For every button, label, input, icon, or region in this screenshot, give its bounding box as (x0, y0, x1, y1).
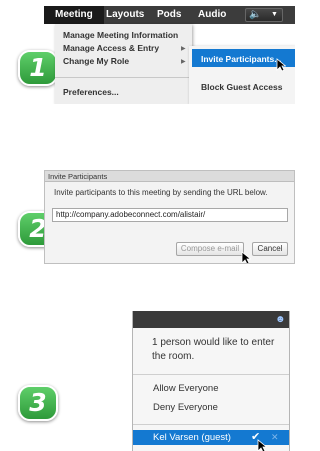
step-3-badge: 3 (18, 385, 58, 421)
menu-item-change-role[interactable]: Change My Role (63, 56, 129, 66)
invite-participants-dialog: Invite Participants Invite participants … (44, 170, 295, 264)
menu-pods[interactable]: Pods (157, 6, 181, 24)
menu-item-manage-meeting-info[interactable]: Manage Meeting Information (63, 30, 178, 40)
audio-button[interactable]: 🔈 ▼ (245, 8, 283, 22)
menu-divider (55, 77, 192, 78)
divider (133, 424, 289, 425)
submenu-arrow-icon: ▶ (181, 46, 186, 52)
mouse-cursor-icon (241, 251, 251, 263)
dialog-title: Invite Participants (45, 171, 294, 182)
menu-meeting[interactable]: Meeting (44, 6, 104, 24)
submenu-arrow-icon: ▶ (181, 59, 186, 65)
mouse-cursor-icon (257, 439, 267, 451)
menu-item-invite-participants[interactable]: Invite Participants... (201, 54, 281, 64)
chevron-down-icon: ▼ (271, 11, 278, 18)
cancel-button[interactable]: Cancel (252, 242, 288, 256)
close-icon[interactable]: ✕ (271, 430, 279, 445)
menu-item-preferences[interactable]: Preferences... (63, 87, 119, 97)
access-submenu: Invite Participants... Block Guest Acces… (189, 46, 295, 104)
divider (133, 374, 289, 375)
panel-header-bar: ☻ (133, 311, 289, 328)
guest-name: Kel Varsen (guest) (153, 432, 231, 443)
menu-audio[interactable]: Audio (198, 6, 226, 24)
entry-request-panel: ☻ 1 person would like to enter the room.… (132, 311, 290, 451)
meeting-dropdown: Manage Meeting Information Manage Access… (55, 24, 192, 104)
compose-email-button[interactable]: Compose e-mail (176, 242, 244, 256)
menu-item-manage-access[interactable]: Manage Access & Entry (63, 43, 159, 53)
allow-everyone-option[interactable]: Allow Everyone (153, 383, 218, 394)
meeting-url-field[interactable]: http://company.adobeconnect.com/alistair… (52, 208, 288, 222)
speaker-icon: 🔈 (249, 9, 262, 20)
menu-item-block-guest-access[interactable]: Block Guest Access (201, 82, 282, 92)
menu-layouts[interactable]: Layouts (106, 6, 144, 24)
deny-everyone-option[interactable]: Deny Everyone (153, 402, 218, 413)
user-icon[interactable]: ☻ (275, 314, 286, 325)
dialog-message: Invite participants to this meeting by s… (54, 188, 268, 197)
meeting-menu-screenshot: Meeting Layouts Pods Audio 🔈 ▼ Manage Me… (44, 0, 295, 104)
entry-request-message: 1 person would like to enter the room. (152, 337, 275, 362)
menu-bar: Meeting Layouts Pods Audio 🔈 ▼ (44, 6, 295, 24)
mouse-cursor-icon (276, 58, 286, 72)
